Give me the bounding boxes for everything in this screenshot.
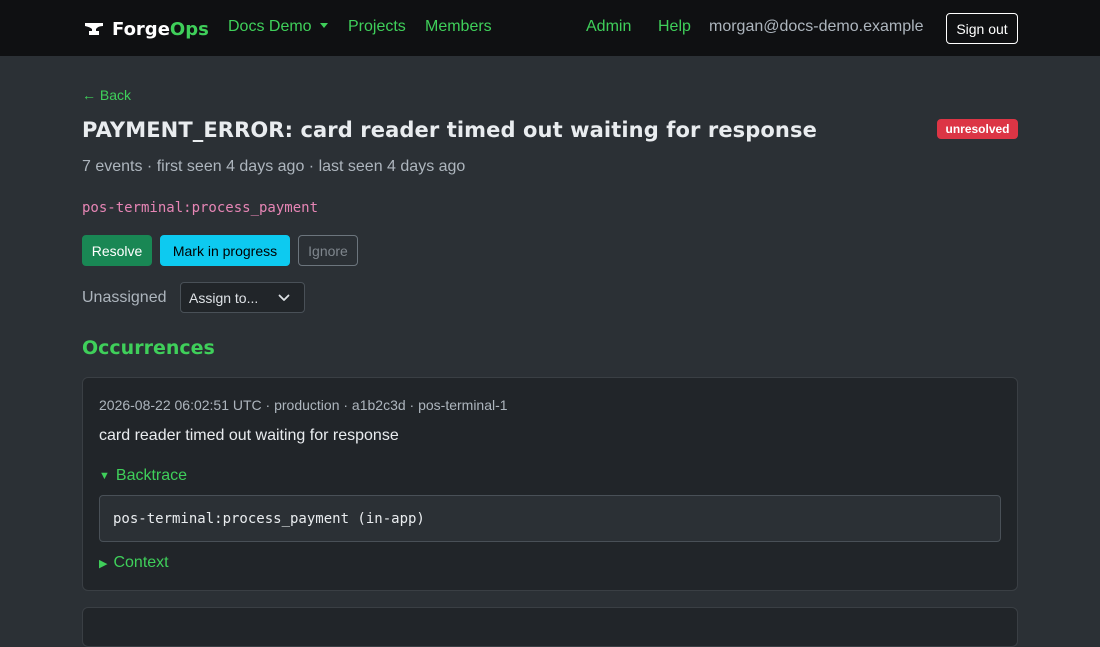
nav-members-link[interactable]: Members (425, 18, 492, 36)
anvil-icon (85, 23, 103, 35)
context-label: Context (113, 554, 169, 571)
back-link-label: ← Back (82, 87, 132, 103)
triangle-right-icon: ▶ (99, 557, 108, 570)
brand-logo[interactable]: ForgeOps (84, 16, 209, 42)
assign-select-value: Assign to... (189, 289, 259, 306)
backtrace-frame: pos-terminal:process_payment (in-app) (99, 495, 1001, 542)
assignee-label: Unassigned (82, 289, 167, 306)
back-link[interactable]: ← Back (82, 87, 131, 103)
backtrace-label: Backtrace (115, 467, 188, 484)
org-dropdown-label: Docs Demo (228, 18, 312, 35)
backtrace-toggle[interactable]: ▼ Backtrace (99, 467, 187, 485)
mark-in-progress-button[interactable]: Mark in progress (160, 235, 290, 266)
caret-down-icon (319, 23, 328, 28)
user-email: morgan@docs-demo.example (709, 18, 924, 35)
occurrence-meta: 2026-08-22 06:02:51 UTC · production · a… (99, 397, 508, 413)
occurrences-heading: Occurrences (82, 337, 215, 359)
org-dropdown[interactable]: Docs Demo (228, 18, 328, 36)
resolve-button[interactable]: Resolve (82, 235, 152, 266)
issue-culprit: pos-terminal:process_payment (82, 200, 319, 216)
nav-projects-link[interactable]: Projects (348, 18, 406, 36)
status-badge: unresolved (937, 119, 1018, 139)
triangle-down-icon: ▼ (99, 470, 110, 482)
issue-meta: 7 events · first seen 4 days ago · last … (82, 158, 466, 175)
page-title: PAYMENT_ERROR: card reader timed out wai… (82, 118, 817, 142)
context-toggle[interactable]: ▶ Context (99, 554, 169, 572)
nav-admin-link[interactable]: Admin (586, 18, 631, 36)
brand-name-forge: Forge (112, 18, 170, 40)
sign-out-button[interactable]: Sign out (946, 13, 1018, 44)
nav-help-link[interactable]: Help (658, 18, 691, 36)
occurrence-card: 2026-08-22 06:02:51 UTC · production · a… (82, 377, 1018, 591)
occurrence-message: card reader timed out waiting for respon… (99, 427, 399, 444)
navbar: ForgeOps Docs Demo Projects Members Admi… (0, 0, 1100, 56)
chevron-down-icon (278, 294, 290, 301)
ignore-button[interactable]: Ignore (298, 235, 358, 266)
occurrence-card-next (82, 607, 1018, 647)
assign-select[interactable]: Assign to... (180, 282, 305, 313)
brand-name-ops: Ops (169, 18, 209, 40)
